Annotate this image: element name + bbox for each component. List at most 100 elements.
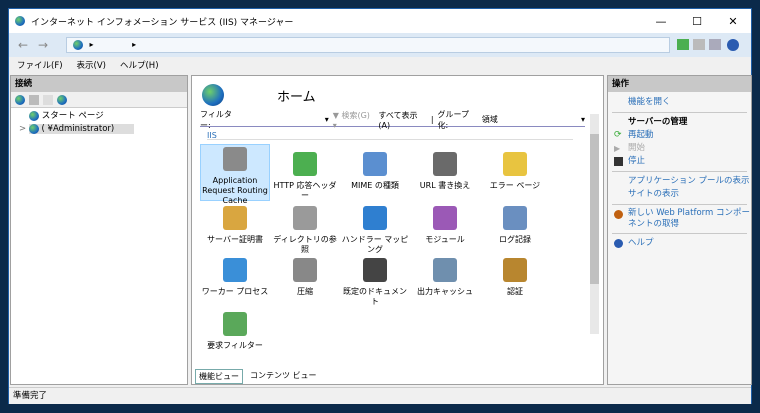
feature-label: 認証 bbox=[507, 287, 523, 296]
menu-help[interactable]: ヘルプ(H) bbox=[120, 59, 159, 71]
feature-label: HTTP 応答ヘッダー bbox=[273, 181, 337, 200]
feature-label: 要求フィルター bbox=[207, 341, 263, 350]
status-text: 準備完了 bbox=[13, 391, 48, 401]
help-icon bbox=[614, 239, 623, 248]
tree-item-start-page[interactable]: スタート ページ bbox=[29, 110, 187, 123]
tab-content-view[interactable]: コンテンツ ビュー bbox=[247, 369, 320, 384]
server-icon bbox=[28, 123, 39, 134]
go-icon[interactable] bbox=[677, 39, 689, 50]
feature-item[interactable]: HTTP 応答ヘッダー bbox=[270, 152, 340, 201]
action-web-platform[interactable]: 新しい Web Platform コンポーネントの取得 bbox=[608, 208, 751, 230]
feature-item[interactable]: ワーカー プロセス bbox=[200, 258, 270, 297]
action-view-app-pools[interactable]: アプリケーション プールの表示 bbox=[608, 175, 751, 188]
tab-features-view[interactable]: 機能ビュー bbox=[195, 369, 243, 384]
feature-icon bbox=[433, 152, 457, 176]
action-open-feature[interactable]: 機能を開く bbox=[608, 96, 751, 109]
filter-bar: フィルター: ▾ ▼ 検索(G) ▾ すべて表示(A) | グループ化: 領域 ▾ bbox=[200, 109, 585, 130]
feature-label: 出力キャッシュ bbox=[417, 287, 473, 296]
breadcrumb-arrow[interactable]: ▸ bbox=[90, 40, 94, 49]
iis-app-icon bbox=[15, 16, 25, 26]
close-button[interactable]: ✕ bbox=[715, 9, 751, 33]
menu-file[interactable]: ファイル(F) bbox=[17, 59, 63, 71]
feature-item[interactable]: 圧縮 bbox=[270, 258, 340, 297]
feature-icon bbox=[503, 152, 527, 176]
restart-icon: ⟳ bbox=[614, 130, 622, 140]
feature-label: サーバー証明書 bbox=[207, 235, 263, 244]
filter-label: フィルター: bbox=[200, 109, 232, 130]
feature-label: Application Request Routing Cache bbox=[202, 176, 268, 205]
feature-label: URL 書き換え bbox=[419, 181, 471, 190]
feature-label: 既定のドキュメント bbox=[343, 287, 407, 306]
action-restart[interactable]: ⟳ 再起動 bbox=[608, 129, 751, 142]
home-panel: ホーム フィルター: ▾ ▼ 検索(G) ▾ すべて表示(A) | グループ化: … bbox=[191, 75, 604, 385]
action-view-sites[interactable]: サイトの表示 bbox=[608, 188, 751, 201]
menu-bar: ファイル(F) 表示(V) ヘルプ(H) bbox=[9, 57, 751, 73]
action-help[interactable]: ヘルプ bbox=[608, 237, 751, 250]
feature-label: ワーカー プロセス bbox=[201, 287, 269, 296]
feature-item[interactable]: エラー ページ bbox=[480, 152, 550, 191]
help-icon[interactable] bbox=[727, 39, 739, 51]
feature-item[interactable]: ハンドラー マッピング bbox=[340, 206, 410, 255]
feature-item[interactable]: ディレクトリの参照 bbox=[270, 206, 340, 255]
feature-label: MIME の種類 bbox=[351, 181, 399, 190]
disconnect-icon[interactable] bbox=[57, 95, 67, 105]
feature-item[interactable]: 既定のドキュメント bbox=[340, 258, 410, 307]
minimize-button[interactable]: — bbox=[643, 9, 679, 33]
stop-icon[interactable] bbox=[693, 39, 705, 50]
home-icon[interactable] bbox=[709, 39, 721, 50]
page-title: ホーム bbox=[277, 90, 316, 105]
connect-icon[interactable] bbox=[15, 95, 25, 105]
up-icon[interactable] bbox=[43, 95, 53, 105]
feature-icon bbox=[293, 258, 317, 282]
feature-icon bbox=[223, 147, 247, 171]
connections-header: 接続 bbox=[11, 76, 187, 92]
action-start[interactable]: ▶ 開始 bbox=[608, 142, 751, 155]
feature-item[interactable]: Application Request Routing Cache bbox=[200, 144, 270, 205]
feature-item[interactable]: 要求フィルター bbox=[200, 312, 270, 351]
feature-label: 圧縮 bbox=[297, 287, 313, 296]
feature-icon bbox=[363, 152, 387, 176]
show-all-button[interactable]: すべて表示(A) bbox=[378, 110, 426, 130]
feature-item[interactable]: ログ記録 bbox=[480, 206, 550, 245]
forward-button[interactable]: → bbox=[35, 37, 51, 53]
breadcrumb-arrow[interactable]: ▸ bbox=[132, 40, 136, 49]
feature-item[interactable]: モジュール bbox=[410, 206, 480, 245]
filter-dropdown[interactable]: ▾ bbox=[325, 115, 329, 124]
feature-icon bbox=[363, 206, 387, 230]
feature-label: エラー ページ bbox=[489, 181, 541, 190]
back-button[interactable]: ← bbox=[15, 37, 31, 53]
iis-manager-window: インターネット インフォメーション サービス (IIS) マネージャー — ☐ … bbox=[8, 8, 752, 404]
connections-toolbar bbox=[11, 92, 187, 108]
feature-icon bbox=[223, 206, 247, 230]
feature-icon bbox=[293, 152, 317, 176]
feature-icon bbox=[363, 258, 387, 282]
filter-input[interactable] bbox=[244, 113, 321, 126]
actions-header: 操作 bbox=[608, 76, 751, 92]
group-label: グループ化: bbox=[437, 109, 470, 130]
connections-tree: スタート ページ > ( ¥Administrator) bbox=[11, 108, 187, 136]
save-icon[interactable] bbox=[29, 95, 39, 105]
feature-item[interactable]: 出力キャッシュ bbox=[410, 258, 480, 297]
view-tabs: 機能ビュー コンテンツ ビュー bbox=[195, 369, 320, 384]
search-button[interactable]: ▼ 検索(G) ▾ bbox=[333, 110, 375, 130]
group-dropdown[interactable]: ▾ bbox=[581, 115, 585, 124]
feature-item[interactable]: MIME の種類 bbox=[340, 152, 410, 191]
feature-item[interactable]: URL 書き換え bbox=[410, 152, 480, 191]
web-platform-icon bbox=[614, 210, 623, 219]
menu-view[interactable]: 表示(V) bbox=[77, 59, 106, 71]
tree-item-server[interactable]: > ( ¥Administrator) bbox=[19, 123, 187, 136]
maximize-button[interactable]: ☐ bbox=[679, 9, 715, 33]
feature-icon bbox=[433, 206, 457, 230]
feature-item[interactable]: サーバー証明書 bbox=[200, 206, 270, 245]
feature-icon bbox=[293, 206, 317, 230]
group-select[interactable]: 領域 bbox=[481, 114, 577, 125]
server-home-icon bbox=[202, 84, 224, 106]
address-bar: ← → ▸ ▸ bbox=[9, 33, 751, 57]
title-bar: インターネット インフォメーション サービス (IIS) マネージャー — ☐ … bbox=[9, 9, 751, 33]
feature-icon bbox=[223, 312, 247, 336]
address-input[interactable]: ▸ ▸ bbox=[66, 37, 670, 53]
action-stop[interactable]: 停止 bbox=[608, 155, 751, 168]
scrollbar[interactable] bbox=[590, 114, 599, 334]
feature-item[interactable]: 認証 bbox=[480, 258, 550, 297]
section-header-iis[interactable]: IIS bbox=[207, 131, 573, 140]
